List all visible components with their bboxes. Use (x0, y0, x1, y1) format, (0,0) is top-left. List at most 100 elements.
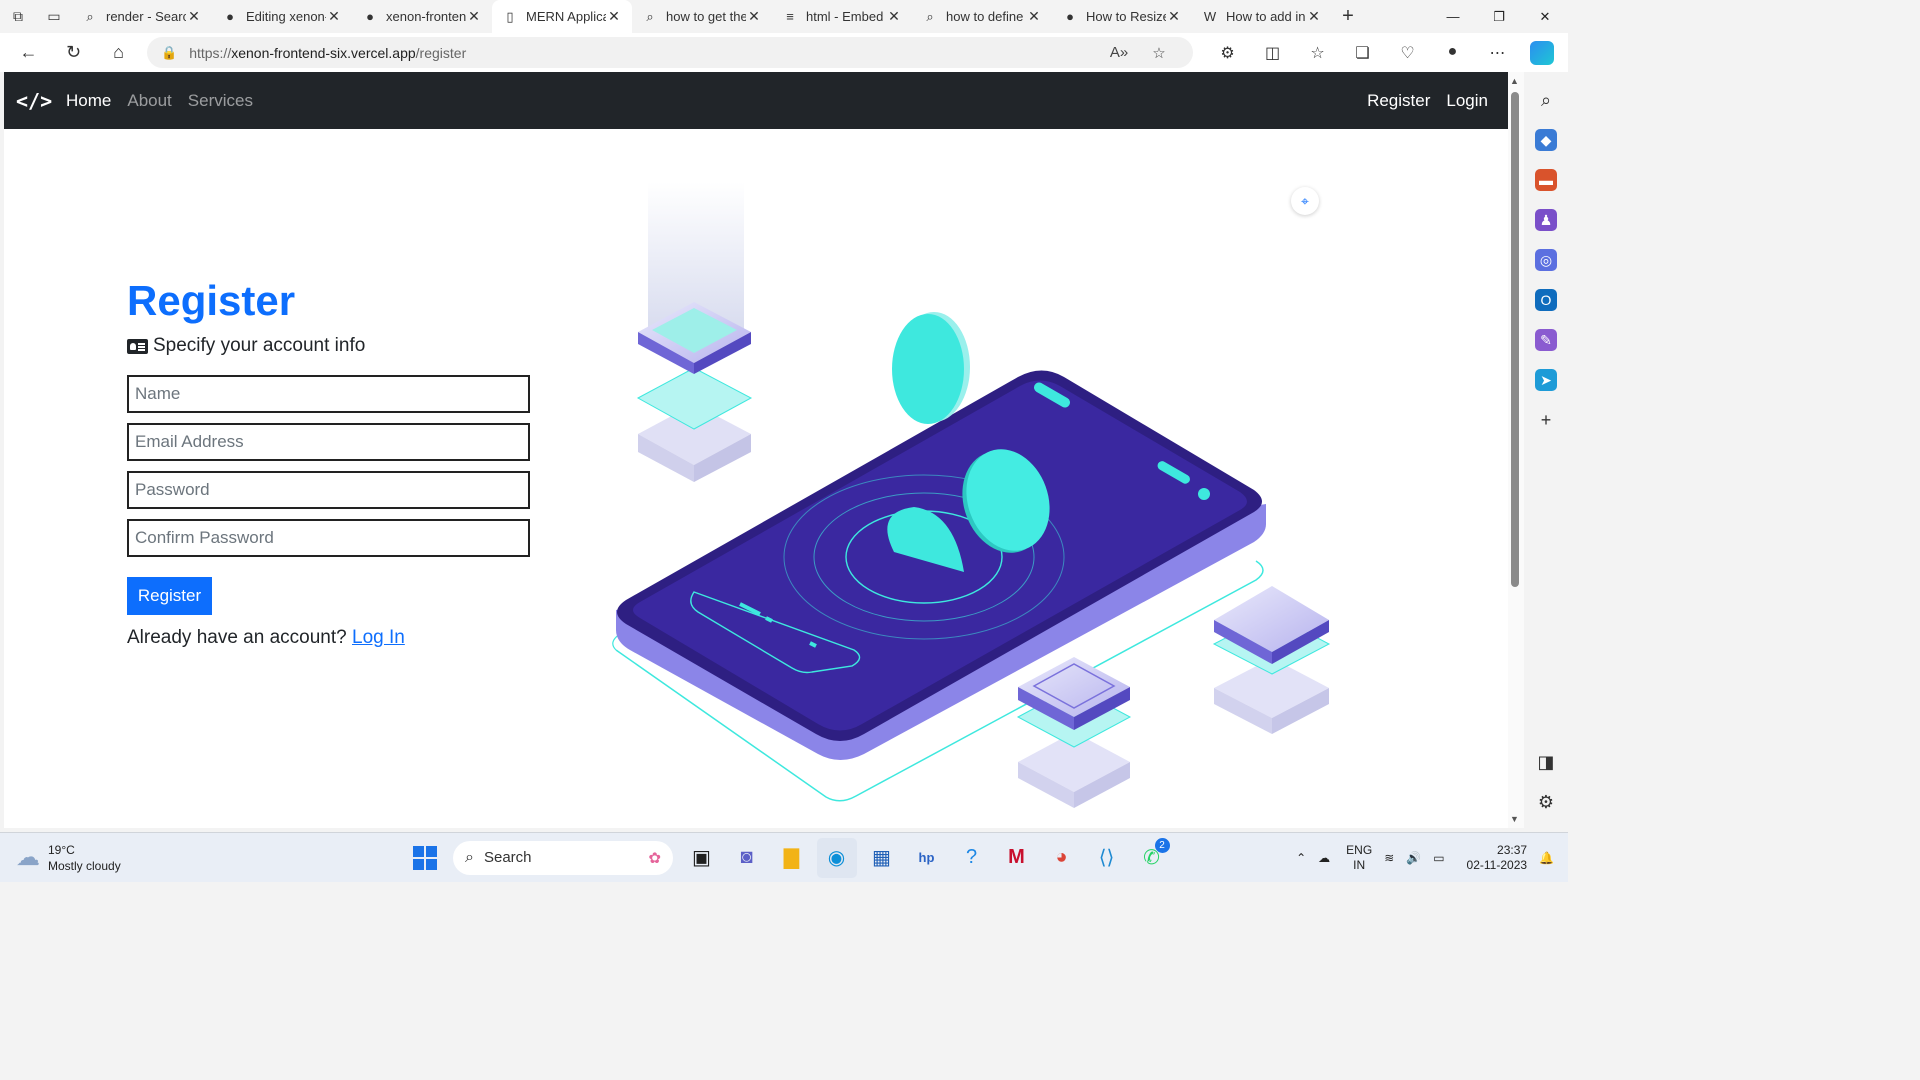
vscode-icon[interactable]: ⟨⟩ (1087, 838, 1127, 878)
sidebar-hide-icon[interactable]: ◨ (1535, 751, 1557, 773)
close-tab-icon[interactable]: ✕ (1166, 8, 1182, 25)
login-link[interactable]: Log In (352, 627, 405, 648)
sidebar-games-icon[interactable]: ♟ (1535, 209, 1557, 231)
page-scrollbar[interactable]: ▲ ▼ (1508, 72, 1524, 828)
profile-icon[interactable]: ● (1430, 43, 1475, 63)
tray-overflow-icon[interactable]: ⌃ (1296, 851, 1306, 865)
split-screen-icon[interactable]: ◫ (1250, 43, 1295, 63)
close-tab-icon[interactable]: ✕ (186, 8, 202, 25)
nav-right-group: Register Login (1351, 91, 1488, 111)
nav-register[interactable]: Register (1367, 91, 1430, 111)
whatsapp-icon[interactable]: ✆ 2 (1132, 837, 1172, 878)
clock[interactable]: 23:37 02-11-2023 (1467, 843, 1528, 873)
scroll-up-icon[interactable]: ▲ (1510, 76, 1519, 86)
browser-tab[interactable]: ≡ html - Embed ✕ (772, 0, 912, 33)
back-icon[interactable]: ← (6, 42, 51, 63)
mcafee-icon[interactable]: M (997, 838, 1037, 878)
chrome-icon[interactable]: ◕ (1042, 838, 1082, 878)
register-button[interactable]: Register (127, 577, 212, 615)
nav-about[interactable]: About (127, 91, 171, 111)
sidebar-send-icon[interactable]: ➤ (1535, 369, 1557, 391)
nav-home[interactable]: Home (66, 91, 111, 111)
more-menu-icon[interactable]: ⋯ (1475, 43, 1520, 63)
browser-tab[interactable]: ⌕ render - Search✕ (72, 0, 212, 33)
new-tab-button[interactable]: + (1332, 5, 1364, 28)
brand-logo-icon[interactable]: </> (16, 89, 56, 113)
browser-tab[interactable]: ⌕ how to get the ✕ (632, 0, 772, 33)
lock-icon[interactable]: 🔒 (161, 45, 177, 61)
extensions-icon[interactable]: ⚙ (1205, 43, 1250, 63)
start-button[interactable] (405, 838, 445, 878)
favorites-icon[interactable]: ☆ (1295, 43, 1340, 63)
github-icon: ● (366, 9, 374, 24)
teams-chat-icon[interactable]: ◙ (727, 838, 767, 878)
password-field[interactable] (127, 471, 530, 509)
refresh-icon[interactable]: ↻ (51, 42, 96, 63)
wifi-icon[interactable]: ≋ (1384, 851, 1394, 865)
temperature: 19°C (48, 842, 75, 857)
restore-button[interactable]: ❐ (1476, 9, 1522, 25)
browser-tab[interactable]: ● Editing xenon-frontend✕ (212, 0, 352, 33)
confirm-password-field[interactable] (127, 519, 530, 557)
close-tab-icon[interactable]: ✕ (886, 8, 902, 25)
nav-login[interactable]: Login (1446, 91, 1488, 111)
sidebar-outlook-icon[interactable]: O (1535, 289, 1557, 311)
close-tab-icon[interactable]: ✕ (326, 8, 342, 25)
favorite-star-icon[interactable]: ☆ (1139, 44, 1179, 62)
onedrive-icon[interactable]: ☁ (1318, 851, 1330, 865)
close-window-button[interactable]: ✕ (1522, 9, 1568, 25)
url-text[interactable]: https://xenon-frontend-six.vercel.app/re… (189, 45, 1099, 61)
sidebar-tools-icon[interactable]: ▬ (1535, 169, 1557, 191)
wikipedia-icon: W (1203, 9, 1217, 24)
browser-tab[interactable]: ⌕ how to define ✕ (912, 0, 1052, 33)
edge-icon[interactable]: ◉ (816, 837, 857, 878)
sidebar-search-icon[interactable]: ⌕ (1535, 89, 1557, 111)
battery-icon[interactable]: ▭ (1433, 851, 1444, 865)
language-indicator[interactable]: ENG IN (1346, 843, 1372, 873)
minimize-button[interactable]: — (1430, 9, 1476, 25)
copilot-icon[interactable] (1530, 40, 1554, 65)
task-view-icon[interactable]: ▣ (682, 838, 722, 878)
tab-actions-icon[interactable]: ▭ (36, 0, 72, 33)
notifications-icon[interactable]: 🔔 (1539, 851, 1554, 865)
nav-services[interactable]: Services (188, 91, 253, 111)
close-tab-icon[interactable]: ✕ (1026, 8, 1042, 25)
scrollbar-thumb[interactable] (1511, 92, 1519, 587)
close-tab-icon[interactable]: ✕ (606, 8, 622, 25)
close-tab-icon[interactable]: ✕ (466, 8, 482, 25)
close-tab-icon[interactable]: ✕ (1306, 8, 1322, 25)
address-bar[interactable]: 🔒 https://xenon-frontend-six.vercel.app/… (147, 37, 1193, 68)
site-navbar: </> Home About Services Register Login (4, 72, 1508, 129)
browser-tab[interactable]: ● xenon-frontend ✕ (352, 0, 492, 33)
scroll-down-icon[interactable]: ▼ (1510, 814, 1519, 824)
myhp-icon[interactable]: hp (907, 838, 947, 878)
tab-label: html - Embed (806, 9, 884, 24)
volume-icon[interactable]: 🔊 (1406, 851, 1421, 865)
visual-search-icon[interactable]: ⌖ (1291, 187, 1319, 215)
workspaces-icon[interactable]: ⧉ (0, 0, 36, 33)
email-field[interactable] (127, 423, 530, 461)
search-highlight-icon: ✿ (648, 849, 661, 867)
browser-tab[interactable]: ● How to Resize ✕ (1052, 0, 1192, 33)
collections-icon[interactable]: ❏ (1340, 43, 1385, 63)
store-icon[interactable]: ▦ (862, 838, 902, 878)
sidebar-m365-icon[interactable]: ◎ (1535, 249, 1557, 271)
weather-widget[interactable]: ☁ 19°C Mostly cloudy (0, 842, 400, 874)
help-icon[interactable]: ? (952, 838, 992, 878)
browser-tab[interactable]: ▯ MERN Application✕ (492, 0, 632, 33)
browser-tab[interactable]: W How to add in ✕ (1192, 0, 1332, 33)
search-icon: ⌕ (465, 848, 474, 866)
sidebar-add-icon[interactable]: + (1535, 409, 1557, 431)
browser-essentials-icon[interactable]: ♡ (1385, 43, 1430, 63)
sidebar-designer-icon[interactable]: ✎ (1535, 329, 1557, 351)
name-field[interactable] (127, 375, 530, 413)
login-prompt: Already have an account? Log In (127, 627, 531, 649)
close-tab-icon[interactable]: ✕ (746, 8, 762, 25)
file-explorer-icon[interactable]: ▇ (772, 838, 812, 878)
home-icon[interactable]: ⌂ (96, 42, 141, 63)
sidebar-settings-icon[interactable]: ⚙ (1535, 791, 1557, 813)
url-path: /register (415, 44, 467, 61)
sidebar-shopping-icon[interactable]: ◆ (1535, 129, 1557, 151)
taskbar-search[interactable]: ⌕ Search ✿ (453, 840, 673, 875)
read-aloud-icon[interactable]: A» (1099, 44, 1139, 61)
